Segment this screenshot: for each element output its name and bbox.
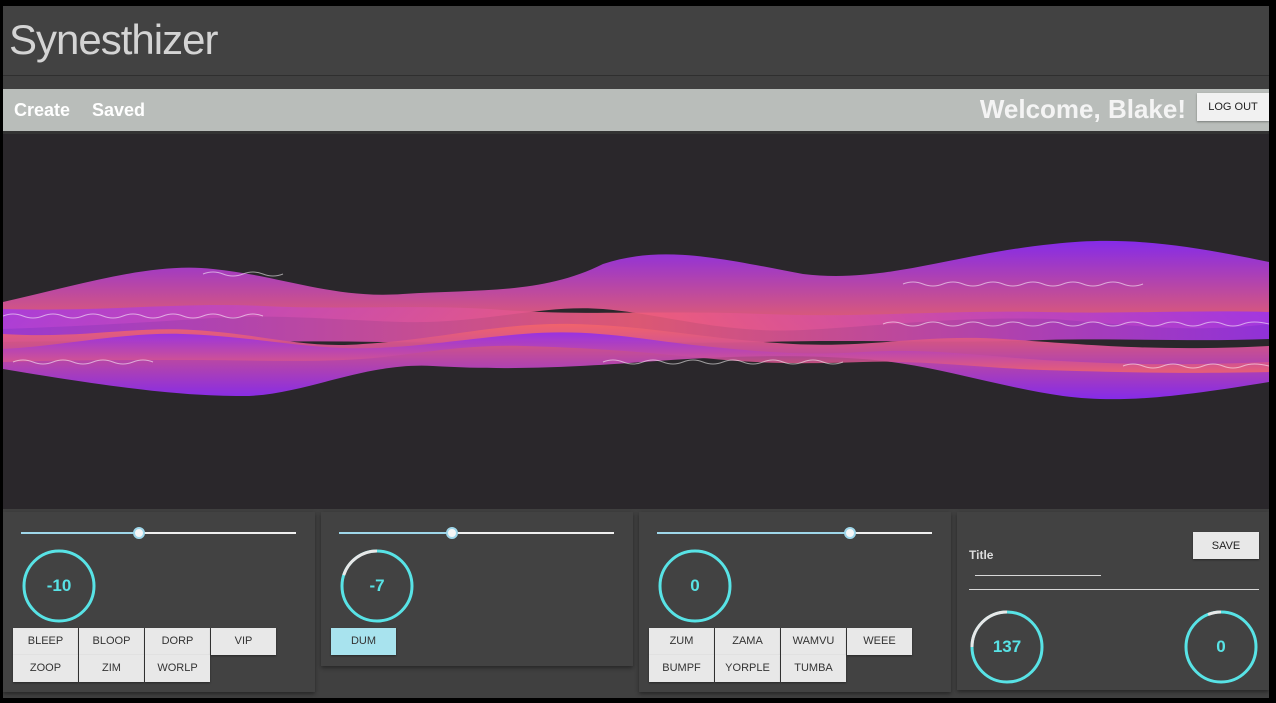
- sound-button-zim[interactable]: ZIM: [79, 655, 144, 682]
- knob-3[interactable]: 0: [657, 548, 733, 624]
- welcome-message: Welcome, Blake!: [979, 94, 1186, 124]
- slider-thumb[interactable]: [843, 527, 856, 539]
- sound-panel-3: 0 ZUM ZAMA WAMVU WEEE BUMPF YORPLE TUMBA: [639, 512, 951, 692]
- app-title: Synesthizer: [9, 16, 218, 63]
- sound-panel-1: -10 BLEEP BLOOP DORP VIP ZOOP ZIM WORLP: [3, 512, 315, 692]
- visualizer-canvas: [3, 131, 1269, 509]
- knob-1[interactable]: -10: [21, 548, 97, 624]
- sound-button-bloop[interactable]: BLOOP: [79, 628, 144, 655]
- slider-thumb[interactable]: [133, 527, 146, 539]
- slider-1[interactable]: [21, 527, 296, 539]
- sound-button-vip[interactable]: VIP: [211, 628, 276, 655]
- sound-button-zum[interactable]: ZUM: [649, 628, 714, 655]
- sound-button-yorple[interactable]: YORPLE: [715, 655, 780, 682]
- app-header: Synesthizer: [3, 6, 1269, 76]
- slider-fill: [21, 532, 140, 534]
- nav-saved-link[interactable]: Saved: [92, 100, 145, 121]
- save-button[interactable]: SAVE: [1193, 532, 1259, 559]
- sound-button-zoop[interactable]: ZOOP: [13, 655, 78, 682]
- sound-button-dum[interactable]: DUM: [331, 628, 396, 655]
- knob-value: -10: [46, 576, 72, 595]
- slider-2[interactable]: [339, 527, 614, 539]
- sound-button-zama[interactable]: ZAMA: [715, 628, 780, 655]
- nav-create-link[interactable]: Create: [14, 100, 70, 121]
- save-panel: Title SAVE 137 0: [957, 512, 1269, 690]
- sound-button-wamvu[interactable]: WAMVU: [781, 628, 846, 655]
- sound-button-weee[interactable]: WEEE: [847, 628, 912, 655]
- logout-button[interactable]: LOG OUT: [1197, 93, 1269, 121]
- divider: [969, 589, 1259, 590]
- tempo-value: 137: [992, 637, 1022, 656]
- knob-2[interactable]: -7: [339, 548, 415, 624]
- app-window: Synesthizer Create Saved Welcome, Blake!…: [3, 6, 1269, 698]
- slider-thumb[interactable]: [445, 527, 458, 539]
- waveform-visualization: [3, 240, 1269, 400]
- slider-3[interactable]: [657, 527, 932, 539]
- volume-value: 0: [1216, 637, 1226, 656]
- sound-button-bleep[interactable]: BLEEP: [13, 628, 78, 655]
- knob-value: 0: [690, 576, 700, 595]
- sound-button-worlp[interactable]: WORLP: [145, 655, 210, 682]
- sound-panel-2: -7 DUM: [321, 512, 633, 666]
- tempo-knob[interactable]: 137: [969, 609, 1045, 685]
- slider-fill: [339, 532, 452, 534]
- slider-fill: [657, 532, 850, 534]
- sound-button-bumpf[interactable]: BUMPF: [649, 655, 714, 682]
- knob-value: -7: [369, 576, 385, 595]
- sound-button-dorp[interactable]: DORP: [145, 628, 210, 655]
- title-input[interactable]: [975, 560, 1101, 576]
- nav-bar: Create Saved Welcome, Blake! LOG OUT: [3, 89, 1269, 131]
- volume-knob[interactable]: 0: [1183, 609, 1259, 685]
- sound-button-tumba[interactable]: TUMBA: [781, 655, 846, 682]
